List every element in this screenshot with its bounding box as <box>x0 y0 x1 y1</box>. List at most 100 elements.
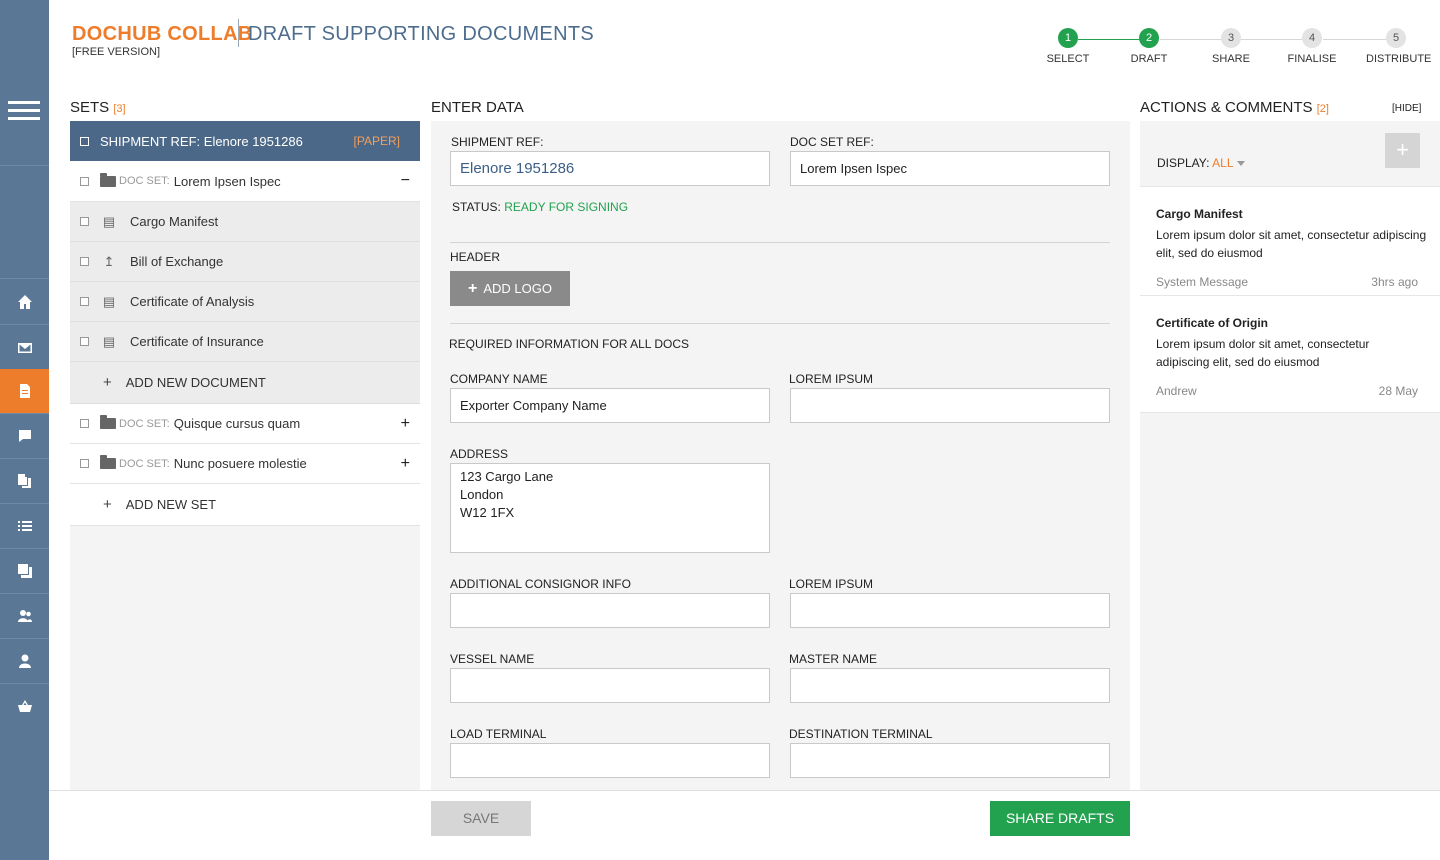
status-value: READY FOR SIGNING <box>504 200 629 214</box>
status: STATUS: READY FOR SIGNING <box>452 200 629 214</box>
upload-icon: ↥ <box>103 253 115 269</box>
display-filter[interactable]: DISPLAY: ALL <box>1157 156 1245 170</box>
doc-set-row[interactable]: DOC SET: Nunc posuere molestie + <box>70 444 420 484</box>
document-icon: ▤ <box>102 213 116 229</box>
enter-data-panel: SHIPMENT REF: Elenore 1951286 DOC SET RE… <box>431 121 1130 790</box>
files-icon[interactable] <box>0 459 49 503</box>
caret-down-icon <box>1236 161 1245 167</box>
plus-icon: + <box>1396 137 1409 162</box>
vessel-name-label: VESSEL NAME <box>450 652 535 666</box>
comment-body: Lorem ipsum dolor sit amet, consectetur … <box>1156 337 1370 369</box>
folder-icon <box>100 415 116 429</box>
comment-author: System Message <box>1156 275 1249 289</box>
expand-button[interactable]: + <box>401 455 410 473</box>
destination-terminal-label: DESTINATION TERMINAL <box>789 727 933 741</box>
lorem-ipsum-input-2[interactable] <box>790 593 1110 628</box>
sets-title: SETS [3] <box>70 99 126 116</box>
add-logo-button[interactable]: + ADD LOGO <box>450 271 570 306</box>
additional-consignor-input[interactable] <box>450 593 770 628</box>
basket-icon[interactable] <box>0 684 49 728</box>
step-select[interactable]: 1 SELECT <box>1038 28 1098 65</box>
company-name-input[interactable]: Exporter Company Name <box>450 388 770 423</box>
page-title: DRAFT SUPPORTING DOCUMENTS <box>248 23 594 45</box>
document-row[interactable]: ▤ Certificate of Analysis <box>70 282 420 322</box>
share-drafts-button[interactable]: SHARE DRAFTS <box>990 801 1130 836</box>
chat-icon[interactable] <box>0 414 49 458</box>
brand-title: DOCHUB COLLAB <box>72 23 253 45</box>
document-row[interactable]: ▤ Cargo Manifest <box>70 202 420 242</box>
add-comment-button[interactable]: + <box>1385 133 1420 168</box>
title-divider <box>238 19 239 47</box>
add-set-button[interactable]: + ADD NEW SET <box>70 484 420 526</box>
user-icon[interactable] <box>0 639 49 683</box>
lorem-ipsum-label-2: LOREM IPSUM <box>789 577 874 591</box>
doc-set-checkbox[interactable] <box>80 176 89 186</box>
shipment-checkbox[interactable] <box>80 136 89 146</box>
vessel-name-input[interactable] <box>450 668 770 703</box>
users-icon[interactable] <box>0 594 49 638</box>
comment-item[interactable]: Certificate of Origin Lorem ipsum dolor … <box>1140 296 1440 413</box>
comment-time: 28 May <box>1378 384 1418 398</box>
comment-item[interactable]: Cargo Manifest Lorem ipsum dolor sit ame… <box>1140 186 1440 296</box>
lorem-ipsum-label: LOREM IPSUM <box>789 372 874 386</box>
save-button[interactable]: SAVE <box>431 801 531 836</box>
comment-title: Cargo Manifest <box>1156 207 1243 221</box>
collapse-button[interactable]: − <box>401 172 410 190</box>
load-terminal-input[interactable] <box>450 743 770 778</box>
address-textarea[interactable]: 123 Cargo Lane London W12 1FX <box>450 463 770 553</box>
home-icon[interactable] <box>0 280 49 324</box>
required-info-label: REQUIRED INFORMATION FOR ALL DOCS <box>449 337 690 351</box>
actions-title: ACTIONS & COMMENTS [2] <box>1140 99 1329 116</box>
comment-time: 3hrs ago <box>1371 275 1418 289</box>
doc-set-ref-label: DOC SET REF: <box>790 135 874 149</box>
document-row[interactable]: ▤ Certificate of Insurance <box>70 322 420 362</box>
doc-set-row[interactable]: DOC SET: Quisque cursus quam + <box>70 404 420 444</box>
document-icon[interactable] <box>0 369 49 413</box>
master-name-label: MASTER NAME <box>789 652 878 666</box>
shipment-ref-input[interactable]: Elenore 1951286 <box>450 151 770 186</box>
list-icon[interactable] <box>0 504 49 548</box>
folder-icon <box>100 455 116 469</box>
mail-icon[interactable] <box>0 326 49 370</box>
lorem-ipsum-input[interactable] <box>790 388 1110 423</box>
sets-count: [3] <box>113 103 126 115</box>
nav-rail <box>0 0 49 860</box>
actions-panel: DISPLAY: ALL + Cargo Manifest Lorem ipsu… <box>1140 121 1440 790</box>
master-name-input[interactable] <box>790 668 1110 703</box>
step-draft[interactable]: 2 DRAFT <box>1119 28 1179 65</box>
plus-icon: + <box>103 496 112 513</box>
step-distribute[interactable]: 5 DISTRIBUTE <box>1366 28 1431 65</box>
hide-link[interactable]: [HIDE] <box>1392 103 1421 114</box>
destination-terminal-input[interactable] <box>790 743 1110 778</box>
document-row[interactable]: ↥ Bill of Exchange <box>70 242 420 282</box>
progress-steps: 1 SELECT 2 DRAFT 3 SHARE 4 FINALISE 5 DISTRIB… <box>1040 28 1440 78</box>
shipment-ref-label: SHIPMENT REF: <box>451 135 544 149</box>
copy-icon[interactable] <box>0 549 49 593</box>
plus-icon: + <box>103 374 112 391</box>
step-finalise[interactable]: 4 FINALISE <box>1282 28 1342 65</box>
folder-icon <box>100 172 116 187</box>
doc-set-ref-input[interactable]: Lorem Ipsen Ispec <box>790 151 1110 186</box>
additional-consignor-label: ADDITIONAL CONSIGNOR INFO <box>450 577 631 591</box>
plus-icon: + <box>468 279 478 297</box>
company-name-label: COMPANY NAME <box>450 372 548 386</box>
footer-bar: SAVE SHARE DRAFTS <box>49 790 1440 860</box>
step-share[interactable]: 3 SHARE <box>1201 28 1261 65</box>
version-label: [FREE VERSION] <box>72 46 161 58</box>
add-document-button[interactable]: + ADD NEW DOCUMENT <box>70 362 420 404</box>
sets-panel: SHIPMENT REF: Elenore 1951286 [PAPER] DO… <box>70 121 420 790</box>
address-label: ADDRESS <box>450 447 509 461</box>
expand-button[interactable]: + <box>401 415 410 433</box>
paper-tag: [PAPER] <box>353 134 400 148</box>
header-label: HEADER <box>450 250 501 264</box>
menu-icon[interactable] <box>8 101 40 121</box>
load-terminal-label: LOAD TERMINAL <box>450 727 547 741</box>
comment-body: Lorem ipsum dolor sit amet, consectetur … <box>1156 228 1427 260</box>
comment-author: Andrew <box>1156 384 1197 398</box>
doc-set-row[interactable]: DOC SET: Lorem Ipsen Ispec − <box>70 161 420 202</box>
shipment-row[interactable]: SHIPMENT REF: Elenore 1951286 [PAPER] <box>70 121 420 161</box>
document-icon: ▤ <box>102 333 116 349</box>
enter-data-title: ENTER DATA <box>431 99 524 116</box>
actions-count: [2] <box>1316 103 1329 115</box>
document-icon: ▤ <box>102 293 116 309</box>
